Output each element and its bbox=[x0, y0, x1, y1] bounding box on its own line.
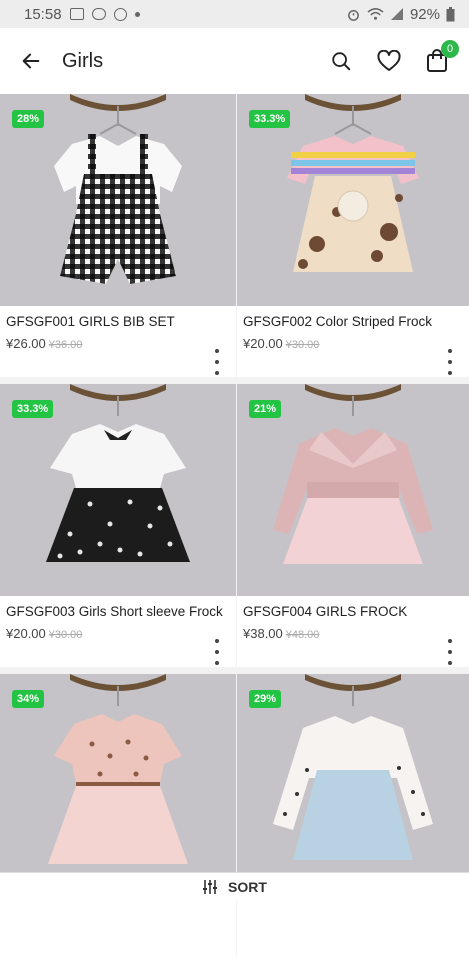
status-bar: 15:58 92% bbox=[0, 0, 469, 28]
status-time: 15:58 bbox=[24, 6, 62, 23]
product-name: GFSGF001 GIRLS BIB SET bbox=[6, 314, 175, 329]
battery-icon bbox=[446, 7, 455, 22]
product-old-price: ¥48.00 bbox=[286, 629, 320, 641]
product-card[interactable]: 33.3% GFSGF002 Color Striped Frock ¥20.0… bbox=[237, 94, 469, 377]
app-bar: Girls 0 bbox=[0, 28, 469, 94]
product-price: ¥20.00 bbox=[6, 626, 46, 641]
product-image[interactable]: 33.3% bbox=[237, 94, 469, 306]
arrow-left-icon bbox=[20, 50, 42, 72]
product-name: GFSGF003 Girls Short sleeve Frock bbox=[6, 604, 223, 619]
more-options-button[interactable] bbox=[212, 639, 222, 665]
battery-level: 92% bbox=[410, 6, 440, 23]
search-icon bbox=[330, 50, 352, 72]
more-options-button[interactable] bbox=[445, 349, 455, 375]
product-old-price: ¥30.00 bbox=[286, 339, 320, 351]
product-price: ¥38.00 bbox=[243, 626, 283, 641]
product-card[interactable]: 21% GFSGF004 GIRLS FROCK ¥38.00¥48.00 bbox=[237, 384, 469, 667]
product-card[interactable]: 29% bbox=[237, 674, 469, 957]
signal-icon bbox=[390, 7, 404, 21]
wishlist-button[interactable] bbox=[365, 28, 413, 94]
product-price-row: ¥38.00¥48.00 bbox=[243, 626, 319, 641]
notification-icon bbox=[114, 8, 127, 21]
sliders-icon bbox=[202, 880, 218, 894]
heart-icon bbox=[377, 50, 401, 72]
product-price: ¥26.00 bbox=[6, 336, 46, 351]
discount-badge: 28% bbox=[12, 110, 44, 128]
discount-badge: 33.3% bbox=[249, 110, 290, 128]
search-button[interactable] bbox=[317, 28, 365, 94]
product-old-price: ¥30.00 bbox=[49, 629, 83, 641]
sort-label: SORT bbox=[228, 879, 267, 895]
product-image[interactable]: 34% bbox=[0, 674, 236, 886]
product-price-row: ¥20.00¥30.00 bbox=[6, 626, 82, 641]
discount-badge: 34% bbox=[12, 690, 44, 708]
product-image[interactable]: 29% bbox=[237, 674, 469, 886]
product-price: ¥20.00 bbox=[243, 336, 283, 351]
discount-badge: 33.3% bbox=[12, 400, 53, 418]
discount-badge: 21% bbox=[249, 400, 281, 418]
alarm-icon bbox=[346, 7, 361, 22]
product-price-row: ¥20.00¥30.00 bbox=[243, 336, 319, 351]
product-image[interactable]: 33.3% bbox=[0, 384, 236, 596]
product-image[interactable]: 28% bbox=[0, 94, 236, 306]
image-notification-icon bbox=[70, 8, 84, 20]
more-options-button[interactable] bbox=[212, 349, 222, 375]
wifi-icon bbox=[367, 7, 384, 21]
cart-button[interactable]: 0 bbox=[413, 28, 461, 94]
back-button[interactable] bbox=[0, 28, 62, 94]
more-options-button[interactable] bbox=[445, 639, 455, 665]
product-card[interactable]: 33.3% GFSGF003 Girls Short sleeve Frock … bbox=[0, 384, 236, 667]
chat-notification-icon bbox=[92, 8, 106, 20]
product-name: GFSGF004 GIRLS FROCK bbox=[243, 604, 407, 619]
discount-badge: 29% bbox=[249, 690, 281, 708]
page-title: Girls bbox=[62, 50, 103, 73]
more-notifications-icon bbox=[135, 12, 140, 17]
product-image[interactable]: 21% bbox=[237, 384, 469, 596]
product-name: GFSGF002 Color Striped Frock bbox=[243, 314, 432, 329]
product-card[interactable]: 28% GFSGF001 GIRLS BIB SET ¥26.00¥36.00 bbox=[0, 94, 236, 377]
product-card[interactable]: 34% bbox=[0, 674, 236, 957]
sort-button[interactable]: SORT bbox=[0, 872, 469, 900]
product-price-row: ¥26.00¥36.00 bbox=[6, 336, 82, 351]
product-old-price: ¥36.00 bbox=[49, 339, 83, 351]
product-grid: 28% GFSGF001 GIRLS BIB SET ¥26.00¥36.00 bbox=[0, 94, 469, 957]
cart-count-badge: 0 bbox=[441, 40, 459, 58]
